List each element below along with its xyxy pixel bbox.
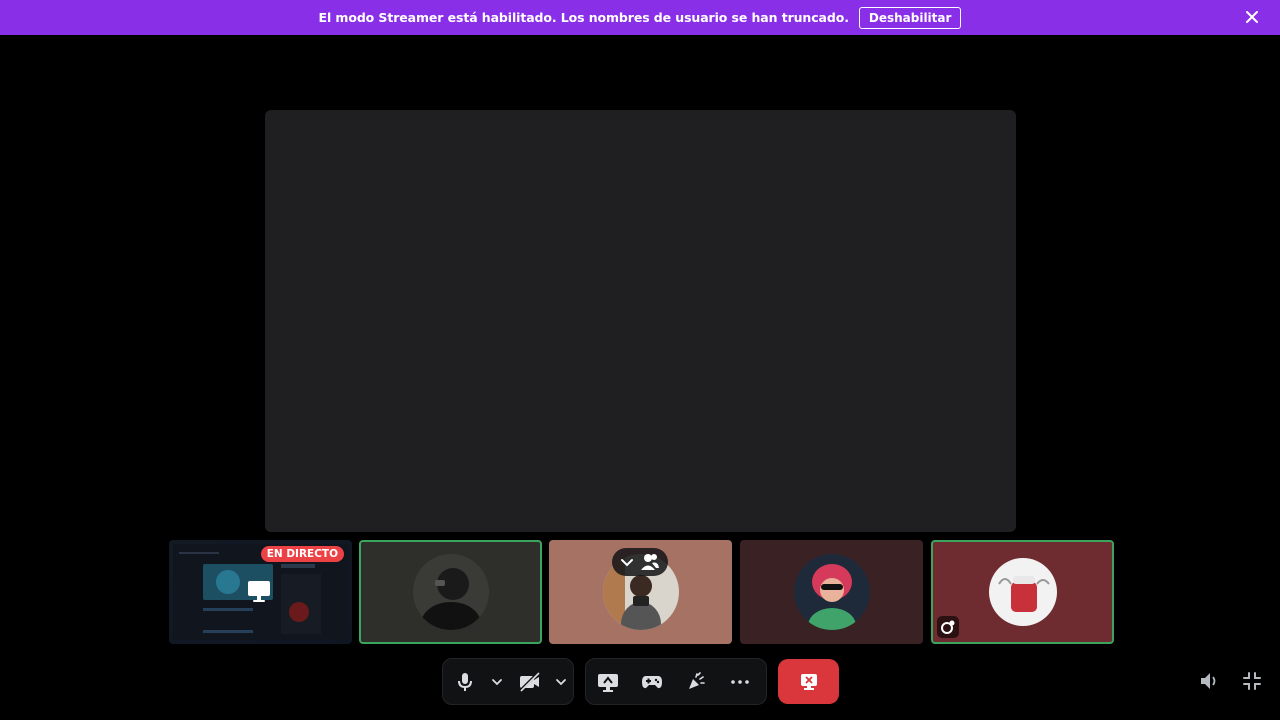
avatar	[984, 554, 1061, 630]
participant-tile[interactable]	[549, 540, 732, 644]
chevron-down-icon[interactable]	[551, 660, 571, 704]
tile-overlay-controls[interactable]	[612, 548, 668, 576]
main-video-stage[interactable]	[265, 110, 1016, 532]
leave-call-icon	[799, 672, 819, 692]
disable-streamer-mode-button[interactable]: Deshabilitar	[858, 6, 962, 29]
screen-share-icon[interactable]	[586, 660, 630, 704]
participant-tile[interactable]	[359, 540, 542, 644]
leave-call-button[interactable]	[778, 659, 839, 704]
participant-tile[interactable]	[740, 540, 923, 644]
voice-controls	[442, 658, 574, 705]
activity-icon	[937, 616, 959, 638]
chevron-down-icon[interactable]	[620, 555, 634, 569]
banner-message: El modo Streamer está habilitado. Los no…	[318, 10, 849, 25]
streamer-mode-banner: El modo Streamer está habilitado. Los no…	[0, 0, 1280, 35]
gamepad-icon[interactable]	[630, 660, 674, 704]
shrink-icon[interactable]	[1241, 670, 1263, 692]
more-icon[interactable]	[718, 660, 762, 704]
people-icon[interactable]	[640, 553, 660, 571]
microphone-icon[interactable]	[443, 660, 487, 704]
call-actions	[585, 658, 767, 705]
participant-tile[interactable]	[931, 540, 1114, 644]
chevron-down-icon[interactable]	[487, 660, 507, 704]
live-badge: EN DIRECTO	[260, 546, 344, 562]
screen-share-tile[interactable]: EN DIRECTO	[169, 540, 352, 644]
soundboard-icon[interactable]	[674, 660, 718, 704]
volume-icon[interactable]	[1198, 670, 1220, 692]
avatar	[412, 554, 489, 630]
close-icon[interactable]	[1244, 9, 1260, 25]
monitor-icon	[246, 578, 272, 604]
avatar	[793, 554, 870, 630]
camera-off-icon[interactable]	[507, 660, 551, 704]
